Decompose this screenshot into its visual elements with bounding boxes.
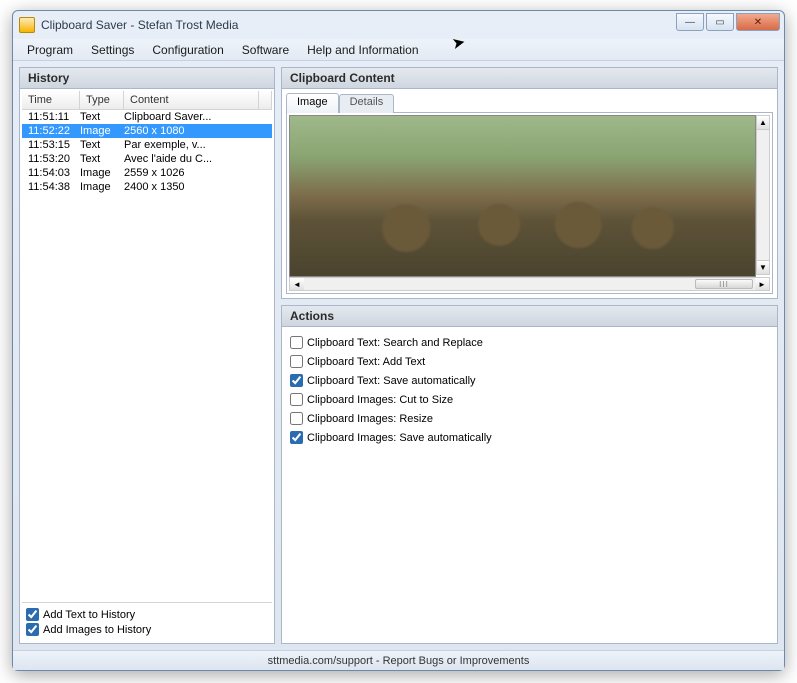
col-type[interactable]: Type	[80, 91, 124, 109]
scroll-down-icon[interactable]: ▼	[757, 260, 769, 274]
cell-type: Image	[80, 181, 124, 193]
image-frame: ▲ ▼ ◄ III ►	[286, 112, 773, 294]
status-text: sttmedia.com/support - Report Bugs or Im…	[268, 655, 530, 667]
history-table-header: Time Type Content	[22, 91, 272, 110]
action-checkbox[interactable]	[290, 393, 303, 406]
cell-type: Image	[80, 167, 124, 179]
cell-content: 2400 x 1350	[124, 181, 272, 193]
cell-time: 11:53:15	[22, 139, 80, 151]
actions-body: Clipboard Text: Search and Replace Clipbo…	[282, 327, 777, 643]
statusbar: sttmedia.com/support - Report Bugs or Im…	[13, 650, 784, 670]
table-row[interactable]: 11:51:11TextClipboard Saver...	[22, 110, 272, 124]
menu-help[interactable]: Help and Information	[299, 41, 426, 59]
action-checkbox[interactable]	[290, 374, 303, 387]
action-item-0[interactable]: Clipboard Text: Search and Replace	[290, 333, 769, 352]
action-item-5[interactable]: Clipboard Images: Save automatically	[290, 428, 769, 447]
app-window: Clipboard Saver - Stefan Trost Media — ▭…	[12, 10, 785, 671]
history-footer: Add Text to History Add Images to Histor…	[22, 602, 272, 641]
action-label: Clipboard Images: Cut to Size	[307, 394, 453, 406]
history-title: History	[20, 68, 274, 89]
action-item-1[interactable]: Clipboard Text: Add Text	[290, 352, 769, 371]
table-row[interactable]: 11:52:22Image2560 x 1080	[22, 124, 272, 138]
menu-configuration[interactable]: Configuration	[144, 41, 231, 59]
menu-program[interactable]: Program	[19, 41, 81, 59]
menubar: Program Settings Configuration Software …	[13, 39, 784, 61]
col-content[interactable]: Content	[124, 91, 259, 109]
cell-content: 2560 x 1080	[124, 125, 272, 137]
actions-panel: Actions Clipboard Text: Search and Repla…	[281, 305, 778, 644]
titlebar[interactable]: Clipboard Saver - Stefan Trost Media — ▭…	[13, 11, 784, 39]
hscroll-track[interactable]: III	[304, 278, 755, 290]
cell-time: 11:54:38	[22, 181, 80, 193]
actions-title: Actions	[282, 306, 777, 327]
col-time[interactable]: Time	[22, 91, 80, 109]
clipboard-content-title: Clipboard Content	[282, 68, 777, 89]
cell-time: 11:51:11	[22, 111, 80, 123]
cell-time: 11:53:20	[22, 153, 80, 165]
cell-content: 2559 x 1026	[124, 167, 272, 179]
table-row[interactable]: 11:54:03Image2559 x 1026	[22, 166, 272, 180]
action-item-3[interactable]: Clipboard Images: Cut to Size	[290, 390, 769, 409]
cell-content: Avec l'aide du C...	[124, 153, 272, 165]
scroll-up-icon[interactable]: ▲	[757, 116, 769, 130]
action-checkbox[interactable]	[290, 336, 303, 349]
cell-time: 11:52:22	[22, 125, 80, 137]
add-images-checkbox[interactable]: Add Images to History	[26, 622, 268, 637]
maximize-button[interactable]: ▭	[706, 13, 734, 31]
scroll-right-icon[interactable]: ►	[755, 278, 769, 290]
action-label: Clipboard Text: Save automatically	[307, 375, 476, 387]
action-item-4[interactable]: Clipboard Images: Resize	[290, 409, 769, 428]
add-images-input[interactable]	[26, 623, 39, 636]
cell-type: Text	[80, 111, 124, 123]
cell-type: Text	[80, 139, 124, 151]
close-button[interactable]: ✕	[736, 13, 780, 31]
horizontal-scrollbar[interactable]: ◄ III ►	[289, 277, 770, 291]
col-tail	[259, 91, 272, 109]
cell-time: 11:54:03	[22, 167, 80, 179]
cell-content: Par exemple, v...	[124, 139, 272, 151]
add-text-label: Add Text to History	[43, 609, 135, 621]
add-images-label: Add Images to History	[43, 624, 151, 636]
cell-content: Clipboard Saver...	[124, 111, 272, 123]
action-label: Clipboard Text: Add Text	[307, 356, 425, 368]
add-text-checkbox[interactable]: Add Text to History	[26, 607, 268, 622]
tab-details[interactable]: Details	[339, 94, 395, 113]
cell-type: Image	[80, 125, 124, 137]
table-row[interactable]: 11:53:15TextPar exemple, v...	[22, 138, 272, 152]
action-label: Clipboard Images: Resize	[307, 413, 433, 425]
menu-software[interactable]: Software	[234, 41, 297, 59]
action-label: Clipboard Text: Search and Replace	[307, 337, 483, 349]
vertical-scrollbar[interactable]: ▲ ▼	[756, 115, 770, 275]
history-rows: 11:51:11TextClipboard Saver...11:52:22Im…	[22, 110, 272, 602]
menu-settings[interactable]: Settings	[83, 41, 142, 59]
action-checkbox[interactable]	[290, 412, 303, 425]
action-checkbox[interactable]	[290, 431, 303, 444]
action-checkbox[interactable]	[290, 355, 303, 368]
clipboard-image-preview	[289, 115, 756, 277]
table-row[interactable]: 11:54:38Image2400 x 1350	[22, 180, 272, 194]
tab-image[interactable]: Image	[286, 93, 339, 113]
history-panel: History Time Type Content 11:51:11TextCl…	[19, 67, 275, 644]
table-row[interactable]: 11:53:20TextAvec l'aide du C...	[22, 152, 272, 166]
add-text-input[interactable]	[26, 608, 39, 621]
window-title: Clipboard Saver - Stefan Trost Media	[41, 18, 676, 32]
hscroll-thumb[interactable]: III	[695, 279, 753, 289]
action-label: Clipboard Images: Save automatically	[307, 432, 492, 444]
scroll-left-icon[interactable]: ◄	[290, 278, 304, 290]
app-icon	[19, 17, 35, 33]
minimize-button[interactable]: —	[676, 13, 704, 31]
cell-type: Text	[80, 153, 124, 165]
action-item-2[interactable]: Clipboard Text: Save automatically	[290, 371, 769, 390]
clipboard-content-panel: Clipboard Content Image Details ▲ ▼ ◄	[281, 67, 778, 299]
